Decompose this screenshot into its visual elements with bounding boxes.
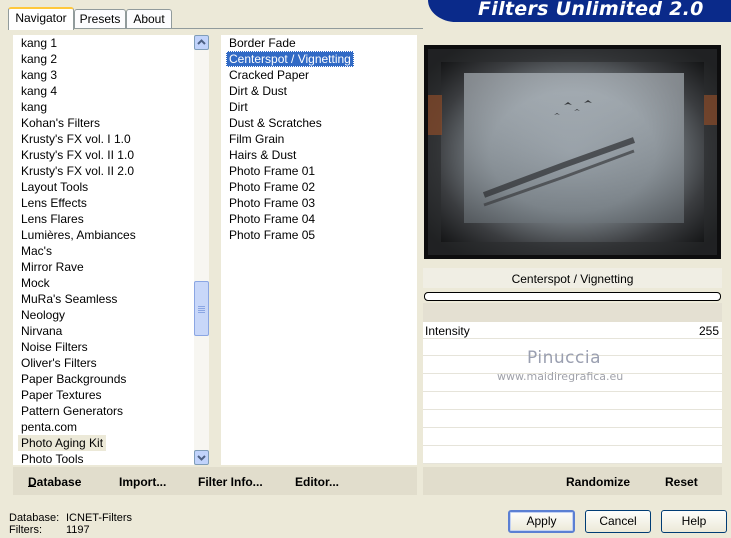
param-grid: Intensity 255: [423, 322, 722, 464]
param-row: [423, 447, 722, 464]
category-item[interactable]: MuRa's Seamless: [18, 291, 120, 307]
filter-preview-image: [424, 45, 721, 259]
category-item[interactable]: Layout Tools: [18, 179, 91, 195]
category-scrollbar[interactable]: [194, 35, 209, 465]
category-item[interactable]: Krusty's FX vol. I 1.0: [18, 131, 134, 147]
app-title: Filters Unlimited 2.0: [478, 0, 704, 20]
editor-menu[interactable]: Editor...: [295, 475, 339, 489]
chevron-down-icon: [197, 455, 206, 461]
category-item[interactable]: Kohan's Filters: [18, 115, 103, 131]
filter-item[interactable]: Photo Frame 03: [226, 195, 318, 211]
filter-info-menu[interactable]: Filter Info...: [198, 475, 263, 489]
scroll-up-button[interactable]: [194, 35, 209, 50]
filter-item[interactable]: Centerspot / Vignetting: [226, 51, 354, 67]
status-filters-value: 1197: [66, 524, 90, 536]
param-row: [423, 411, 722, 428]
category-item[interactable]: Krusty's FX vol. II 1.0: [18, 147, 137, 163]
filter-item[interactable]: Dirt: [226, 99, 251, 115]
category-item[interactable]: Pattern Generators: [18, 403, 126, 419]
category-item[interactable]: Paper Backgrounds: [18, 371, 129, 387]
watermark-name: Pinuccia: [527, 348, 601, 368]
reset-button[interactable]: Reset: [665, 475, 698, 489]
category-item[interactable]: Photo Tools: [18, 451, 87, 467]
category-item[interactable]: Mac's: [18, 243, 55, 259]
filter-item[interactable]: Hairs & Dust: [226, 147, 299, 163]
tab-navigator[interactable]: Navigator: [8, 7, 74, 30]
category-item[interactable]: Mock: [18, 275, 53, 291]
category-item[interactable]: kang 4: [18, 83, 60, 99]
category-list[interactable]: kang 1 kang 2 kang 3 kang 4 kang Kohan's Filt…: [13, 35, 194, 467]
database-menu[interactable]: Database: [28, 475, 81, 489]
param-panel-title: Centerspot / Vignetting: [423, 268, 722, 288]
category-item[interactable]: Neology: [18, 307, 68, 323]
scroll-thumb[interactable]: [194, 281, 209, 336]
category-item[interactable]: kang 2: [18, 51, 60, 67]
filter-item[interactable]: Photo Frame 01: [226, 163, 318, 179]
category-item[interactable]: Paper Textures: [18, 387, 105, 403]
filter-list[interactable]: Border Fade Centerspot / Vignetting Cracke…: [221, 35, 417, 465]
category-item[interactable]: Nirvana: [18, 323, 65, 339]
intensity-value: 255: [698, 324, 719, 338]
scroll-down-button[interactable]: [194, 450, 209, 465]
status-database-label: Database:: [9, 512, 60, 524]
category-item[interactable]: kang 3: [18, 67, 60, 83]
category-item[interactable]: kang: [18, 99, 50, 115]
category-item[interactable]: Lumières, Ambiances: [18, 227, 139, 243]
filter-item[interactable]: Film Grain: [226, 131, 287, 147]
help-button[interactable]: Help: [661, 510, 727, 533]
intensity-label: Intensity: [425, 324, 470, 338]
apply-button[interactable]: Apply: [508, 510, 575, 533]
filter-item[interactable]: Photo Frame 02: [226, 179, 318, 195]
import-menu[interactable]: Import...: [119, 475, 166, 489]
filter-item[interactable]: Photo Frame 05: [226, 227, 318, 243]
param-spacer: [423, 303, 722, 322]
category-item[interactable]: kang 1: [18, 35, 60, 51]
chevron-up-icon: [197, 39, 206, 45]
list-menu-bar: Database Import... Filter Info... Editor…: [13, 467, 417, 495]
cancel-button[interactable]: Cancel: [585, 510, 651, 533]
filter-item[interactable]: Dirt & Dust: [226, 83, 290, 99]
category-item[interactable]: Noise Filters: [18, 339, 91, 355]
param-row: [423, 393, 722, 410]
param-row: [423, 429, 722, 446]
filter-item[interactable]: Border Fade: [226, 35, 299, 51]
tab-about[interactable]: About: [126, 9, 172, 28]
menu-accel-underline: [28, 486, 36, 487]
watermark-url: www.maidiregrafica.eu: [497, 370, 624, 383]
category-item[interactable]: Mirror Rave: [18, 259, 87, 275]
param-progress-bar: [424, 292, 721, 301]
category-item[interactable]: Krusty's FX vol. II 2.0: [18, 163, 137, 179]
filter-item[interactable]: Dust & Scratches: [226, 115, 325, 131]
intensity-row[interactable]: Intensity 255: [423, 322, 722, 339]
param-action-bar: Randomize Reset: [423, 467, 722, 495]
category-item[interactable]: Oliver's Filters: [18, 355, 100, 371]
category-item[interactable]: Lens Flares: [18, 211, 87, 227]
randomize-button[interactable]: Randomize: [566, 475, 630, 489]
filter-item[interactable]: Photo Frame 04: [226, 211, 318, 227]
tab-presets[interactable]: Presets: [74, 9, 126, 28]
filter-item[interactable]: Cracked Paper: [226, 67, 312, 83]
status-database-value: ICNET-Filters: [66, 512, 132, 524]
category-item[interactable]: penta.com: [18, 419, 80, 435]
category-item[interactable]: Photo Aging Kit: [18, 435, 107, 451]
status-filters-label: Filters:: [9, 524, 42, 536]
category-item[interactable]: Lens Effects: [18, 195, 90, 211]
